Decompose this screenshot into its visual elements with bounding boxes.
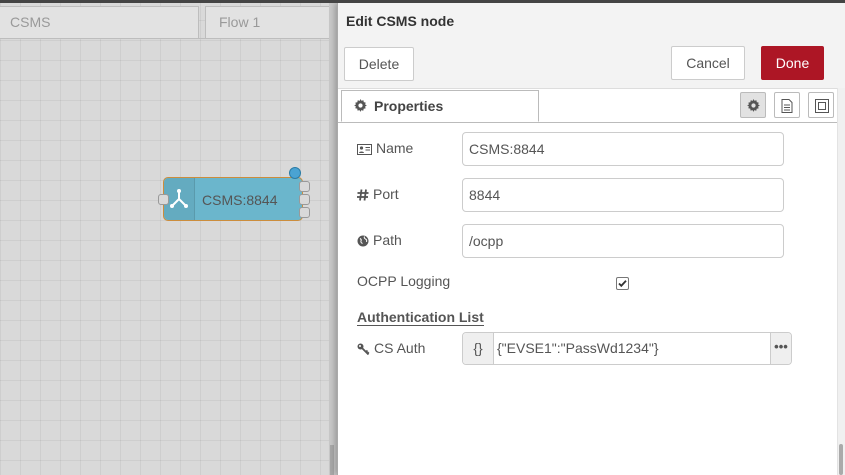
globe-icon — [357, 235, 369, 247]
workspace-scrollbar[interactable] — [329, 0, 337, 475]
cs-auth-expand-button[interactable]: ••• — [770, 333, 791, 364]
ocpp-logging-label-text: OCPP Logging — [357, 273, 451, 289]
port-label-text: Port — [373, 186, 399, 202]
tray-toolbar: Delete Cancel Done — [338, 40, 845, 89]
tray-header: Edit CSMS node — [338, 3, 845, 41]
top-bar — [0, 0, 845, 3]
cs-auth-label-text: CS Auth — [374, 340, 426, 356]
key-icon — [357, 343, 370, 356]
cancel-button[interactable]: Cancel — [671, 46, 745, 80]
port-label: Port — [357, 186, 399, 202]
tab-properties[interactable]: Properties — [341, 90, 539, 122]
node-description-button[interactable] — [774, 92, 800, 118]
authentication-list-heading: Authentication List — [357, 309, 484, 326]
tray-title: Edit CSMS node — [346, 13, 455, 29]
name-label: Name — [357, 140, 413, 156]
tray-scrollbar[interactable] — [837, 88, 845, 475]
cs-auth-label: CS Auth — [357, 340, 425, 356]
cs-auth-value[interactable]: {"EVSE1":"PassWd1234"} — [497, 333, 659, 364]
node-settings-button[interactable] — [740, 92, 766, 118]
workspace-tab-flow1[interactable]: Flow 1 — [205, 6, 337, 38]
done-button[interactable]: Done — [761, 46, 824, 80]
ocpp-logging-label: OCPP Logging — [357, 273, 450, 289]
node-output-port-2[interactable] — [299, 194, 310, 205]
path-label: Path — [357, 232, 402, 248]
path-input[interactable] — [462, 224, 784, 258]
node-appearance-button[interactable] — [808, 92, 834, 118]
delete-button[interactable]: Delete — [344, 47, 414, 81]
edit-tray: Edit CSMS node Delete Cancel Done Proper… — [337, 3, 845, 475]
settings-icon — [747, 99, 760, 112]
ocpp-logging-checkbox[interactable] — [616, 277, 629, 290]
tray-scrollbar-thumb[interactable] — [839, 444, 843, 475]
node-output-port-3[interactable] — [299, 207, 310, 218]
node-changed-indicator — [289, 167, 301, 179]
tab-properties-label: Properties — [374, 98, 444, 114]
node-output-port-1[interactable] — [299, 181, 310, 192]
cs-auth-type-selector[interactable]: {} — [463, 333, 494, 364]
node-body[interactable]: CSMS:8844 — [163, 177, 303, 221]
flow-workspace[interactable]: CSMS Flow 1 CSMS:8844 — [0, 0, 337, 475]
description-icon — [781, 99, 793, 113]
port-input[interactable] — [462, 178, 784, 212]
node-input-port[interactable] — [158, 194, 169, 205]
checkmark-icon — [618, 280, 627, 288]
gear-icon — [354, 99, 367, 112]
tray-tab-row: Properties — [338, 88, 838, 123]
cs-auth-typed-input[interactable]: {} {"EVSE1":"PassWd1234"} ••• — [462, 332, 792, 365]
workspace-scrollbar-thumb[interactable] — [330, 445, 334, 475]
id-card-icon — [357, 144, 372, 155]
path-label-text: Path — [373, 232, 402, 248]
csms-node[interactable]: CSMS:8844 — [158, 167, 310, 221]
network-icon — [170, 189, 188, 208]
name-label-text: Name — [376, 140, 414, 156]
node-label: CSMS:8844 — [202, 192, 278, 208]
hash-icon — [357, 189, 369, 201]
tabs-divider — [0, 38, 337, 39]
name-input[interactable] — [462, 132, 784, 166]
workspace-tab-csms[interactable]: CSMS — [0, 6, 199, 38]
appearance-icon — [815, 99, 829, 113]
